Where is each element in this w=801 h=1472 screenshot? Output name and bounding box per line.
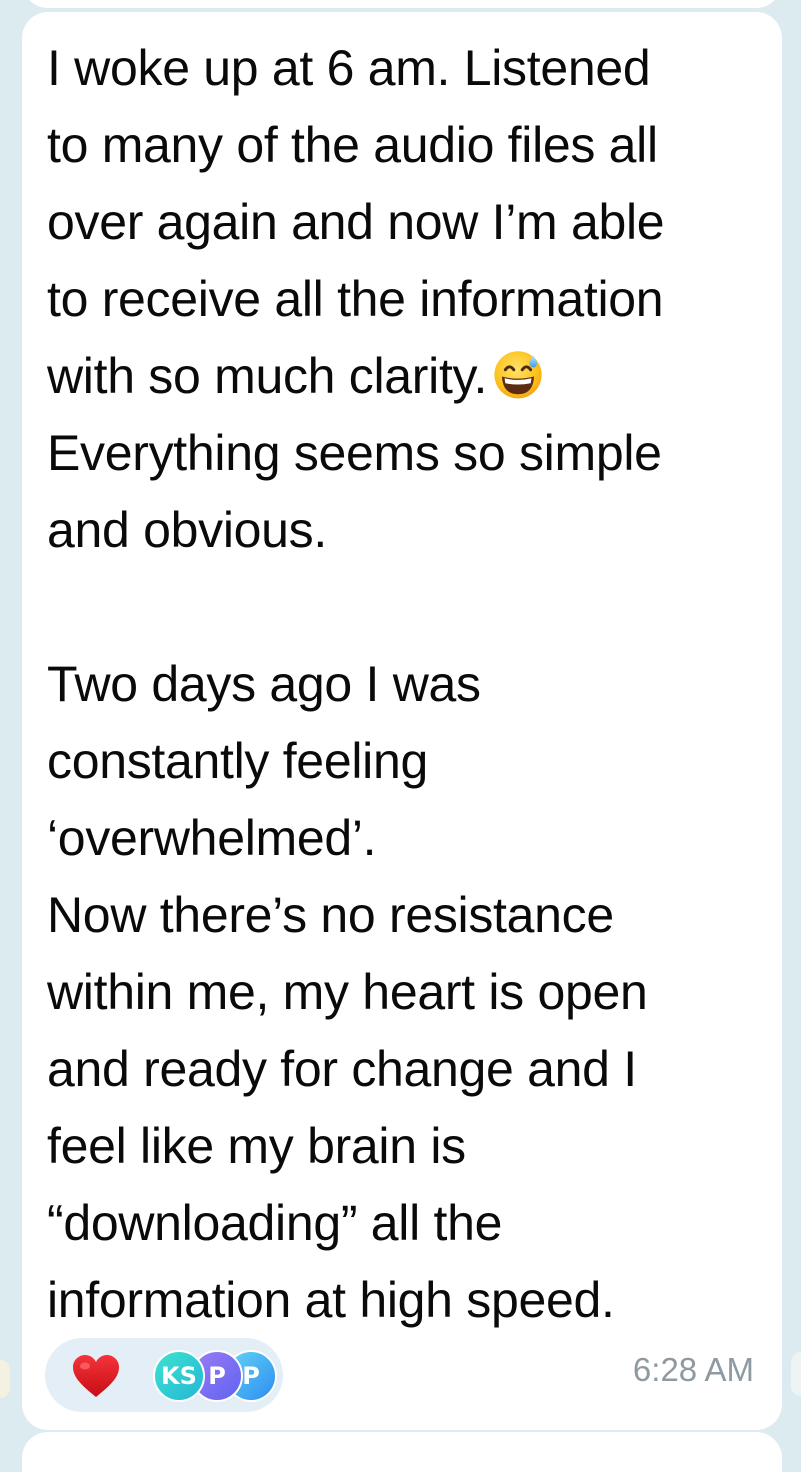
reactions-pill[interactable]: P P KS bbox=[45, 1338, 283, 1412]
right-edge-fragment bbox=[791, 1352, 801, 1396]
message-line: to many of the audio files all bbox=[47, 117, 658, 173]
message-line: constantly feeling bbox=[47, 733, 428, 789]
message-line: with so much clarity. bbox=[47, 348, 488, 404]
message-line: within me, my heart is open bbox=[47, 964, 648, 1020]
grinning-face-with-sweat-icon bbox=[494, 351, 542, 399]
message-line: Everything seems so simple bbox=[47, 425, 662, 481]
message-line: ‘overwhelmed’. bbox=[47, 810, 377, 866]
message-line: Now there’s no resistance bbox=[47, 887, 614, 943]
message-timestamp: 6:28 AM bbox=[632, 1351, 754, 1388]
message-line: I woke up at 6 am. Listened bbox=[47, 40, 651, 96]
message-line: to receive all the information bbox=[47, 271, 664, 327]
message-text: I woke up at 6 am. Listened to many of t… bbox=[47, 30, 777, 1339]
red-heart-icon bbox=[73, 1355, 119, 1397]
message-line: over again and now I’m able bbox=[47, 194, 665, 250]
message-line: and obvious. bbox=[47, 502, 327, 558]
message-line: “downloading” all the bbox=[47, 1195, 503, 1251]
left-edge-fragment bbox=[0, 1360, 10, 1398]
message-line-with-emoji: with so much clarity. bbox=[47, 338, 777, 415]
next-message-bubble bbox=[22, 1432, 782, 1472]
reactor-avatar[interactable]: KS bbox=[153, 1350, 205, 1402]
message-line: and ready for change and I bbox=[47, 1041, 637, 1097]
message-line-blank bbox=[47, 569, 777, 646]
message-line: feel like my brain is bbox=[47, 1118, 466, 1174]
message-line: Two days ago I was bbox=[47, 656, 481, 712]
message-line: information at high speed. bbox=[47, 1272, 615, 1328]
previous-message-bubble bbox=[22, 0, 782, 8]
message-bubble[interactable]: I woke up at 6 am. Listened to many of t… bbox=[22, 12, 782, 1430]
